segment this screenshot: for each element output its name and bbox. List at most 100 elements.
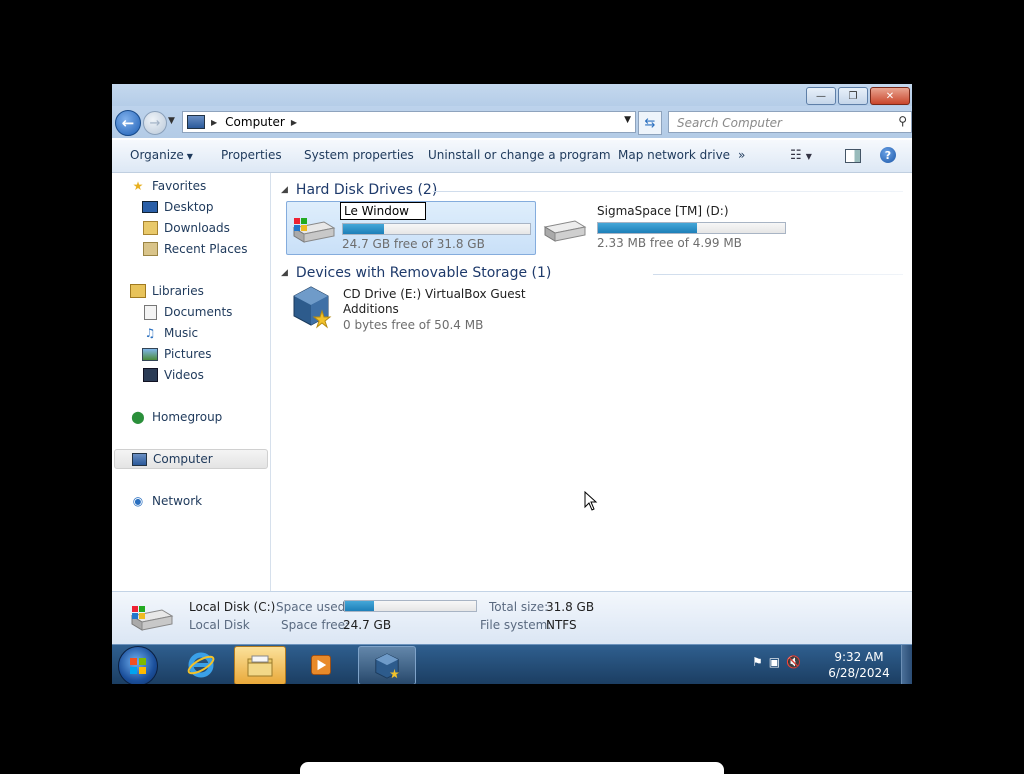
details-total-size-label: Total size: [489, 600, 549, 614]
drive-d-name: SigmaSpace [TM] (D:) [597, 204, 729, 218]
nav-label: Desktop [164, 200, 214, 214]
organize-button[interactable]: Organize ▼ [130, 148, 193, 162]
nav-libraries[interactable]: Libraries [130, 281, 204, 301]
star-icon: ★ [132, 179, 144, 193]
taskbar-clock[interactable]: 9:32 AM 6/28/2024 [824, 649, 894, 681]
back-button[interactable]: ← [115, 110, 141, 136]
drive-c-free-space: 24.7 GB free of 31.8 GB [342, 237, 485, 251]
clock-time: 9:32 AM [834, 650, 884, 664]
virtualbox-icon [375, 652, 400, 679]
network-icon: ◉ [132, 494, 144, 508]
volume-muted-icon[interactable]: 🔇 [786, 655, 801, 669]
nav-desktop[interactable]: Desktop [142, 197, 214, 217]
breadcrumb-chevron-icon[interactable]: ▶ [211, 118, 217, 127]
network-status-icon[interactable]: ▣ [769, 655, 780, 669]
address-bar[interactable]: ▶ Computer ▶ ▼ [182, 111, 636, 133]
address-dropdown-icon[interactable]: ▼ [624, 115, 631, 125]
system-properties-button[interactable]: System properties [304, 148, 414, 162]
nav-label: Downloads [164, 221, 230, 235]
collapse-triangle-icon[interactable]: ◢ [281, 268, 288, 278]
nav-homegroup[interactable]: ⬤ Homegroup [130, 407, 222, 427]
details-filesystem-value: NTFS [546, 618, 577, 632]
nav-label: Homegroup [152, 410, 223, 424]
computer-icon [131, 452, 147, 466]
uninstall-program-button[interactable]: Uninstall or change a program [428, 148, 611, 162]
computer-icon [187, 115, 205, 129]
forward-button[interactable]: → [143, 111, 167, 135]
title-bar[interactable]: — ❐ ✕ [112, 84, 912, 106]
nav-network[interactable]: ◉ Network [130, 491, 202, 511]
maximize-button[interactable]: ❐ [838, 87, 868, 105]
taskbar-internet-explorer[interactable] [176, 646, 226, 683]
details-space-used-label: Space used: [276, 600, 350, 614]
nav-documents[interactable]: Documents [142, 302, 232, 322]
clock-date: 6/28/2024 [828, 666, 890, 680]
folder-icon [247, 655, 273, 676]
chevron-down-icon: ▼ [805, 152, 812, 161]
local-disk-windows-icon [130, 606, 174, 631]
nav-label: Favorites [152, 179, 207, 193]
nav-downloads[interactable]: Downloads [142, 218, 230, 238]
start-button[interactable] [118, 646, 158, 684]
map-network-drive-button[interactable]: Map network drive [618, 148, 730, 162]
minimize-button[interactable]: — [806, 87, 836, 105]
command-bar: Organize ▼ Properties System properties U… [112, 140, 912, 173]
nav-label: Recent Places [164, 242, 248, 256]
refresh-button[interactable]: ⇆ [638, 111, 662, 135]
drive-e-name-line2: Additions [343, 302, 399, 316]
close-button[interactable]: ✕ [870, 87, 910, 105]
back-arrow-icon: ← [121, 114, 135, 132]
show-desktop-button[interactable] [901, 645, 912, 684]
search-input[interactable] [675, 115, 879, 131]
recent-pages-dropdown[interactable]: ▼ [168, 116, 175, 126]
drive-tile-d[interactable]: SigmaSpace [TM] (D:) 2.33 MB free of 4.9… [541, 201, 801, 253]
nav-music[interactable]: ♫ Music [142, 323, 199, 343]
preview-pane-icon[interactable] [845, 149, 861, 163]
breadcrumb-computer[interactable]: Computer [225, 115, 285, 129]
drive-e-free-space: 0 bytes free of 50.4 MB [343, 318, 484, 332]
local-disk-windows-icon [292, 218, 336, 243]
taskbar-virtualbox[interactable] [358, 646, 416, 684]
virtualbox-cd-icon [293, 286, 332, 329]
taskbar-windows-explorer[interactable] [234, 646, 286, 684]
homegroup-icon: ⬤ [131, 410, 145, 424]
nav-pictures[interactable]: Pictures [142, 344, 212, 364]
content-pane: ◢ Hard Disk Drives (2) Le Window 24.7 GB … [271, 173, 912, 591]
drive-tile-c[interactable]: Le Window 24.7 GB free of 31.8 GB [286, 201, 536, 255]
group-title: Devices with Removable Storage (1) [295, 265, 552, 281]
explorer-window: — ❐ ✕ ← → ▼ ▶ Computer ▶ ▼ ⇆ ⚲ Organize▼… [112, 84, 912, 684]
breadcrumb-chevron-icon[interactable]: ▶ [291, 118, 297, 127]
nav-label: Libraries [152, 284, 204, 298]
nav-videos[interactable]: Videos [142, 365, 204, 385]
group-header-hard-disk-drives[interactable]: ◢ Hard Disk Drives (2) [281, 180, 437, 200]
help-icon[interactable]: ? [880, 147, 896, 163]
drive-tile-e[interactable]: CD Drive (E:) VirtualBox Guest Additions… [286, 285, 526, 335]
chevron-down-icon: ▼ [186, 152, 193, 161]
rename-input[interactable]: Le Window [340, 202, 426, 220]
nav-computer[interactable]: Computer [114, 449, 268, 469]
usage-fill [598, 223, 698, 233]
nav-label: Network [152, 494, 203, 508]
mouse-cursor-icon [584, 491, 598, 511]
pictures-icon [142, 347, 158, 361]
action-center-icon[interactable]: ⚑ [752, 655, 763, 669]
windows-logo-icon [130, 658, 146, 674]
downloads-folder-icon [142, 221, 158, 235]
screen-edge-highlight [300, 762, 724, 774]
details-drive-name: Local Disk (C:) [189, 600, 276, 614]
change-view-button[interactable]: ☷ ▼ [790, 148, 812, 163]
nav-recent-places[interactable]: Recent Places [142, 239, 247, 259]
taskbar-media-player[interactable] [298, 646, 344, 683]
properties-button[interactable]: Properties [221, 148, 282, 162]
search-box[interactable]: ⚲ [668, 111, 912, 133]
nav-favorites[interactable]: ★ Favorites [130, 176, 207, 196]
details-total-size-value: 31.8 GB [546, 600, 595, 614]
group-header-devices-removable[interactable]: ◢ Devices with Removable Storage (1) [281, 263, 551, 283]
usage-fill [343, 224, 385, 234]
libraries-icon [130, 284, 146, 298]
collapse-triangle-icon[interactable]: ◢ [281, 185, 288, 195]
group-title: Hard Disk Drives (2) [295, 182, 438, 198]
more-commands-button[interactable]: » [738, 148, 745, 162]
details-filesystem-label: File system: [480, 618, 552, 632]
search-icon[interactable]: ⚲ [898, 114, 907, 128]
